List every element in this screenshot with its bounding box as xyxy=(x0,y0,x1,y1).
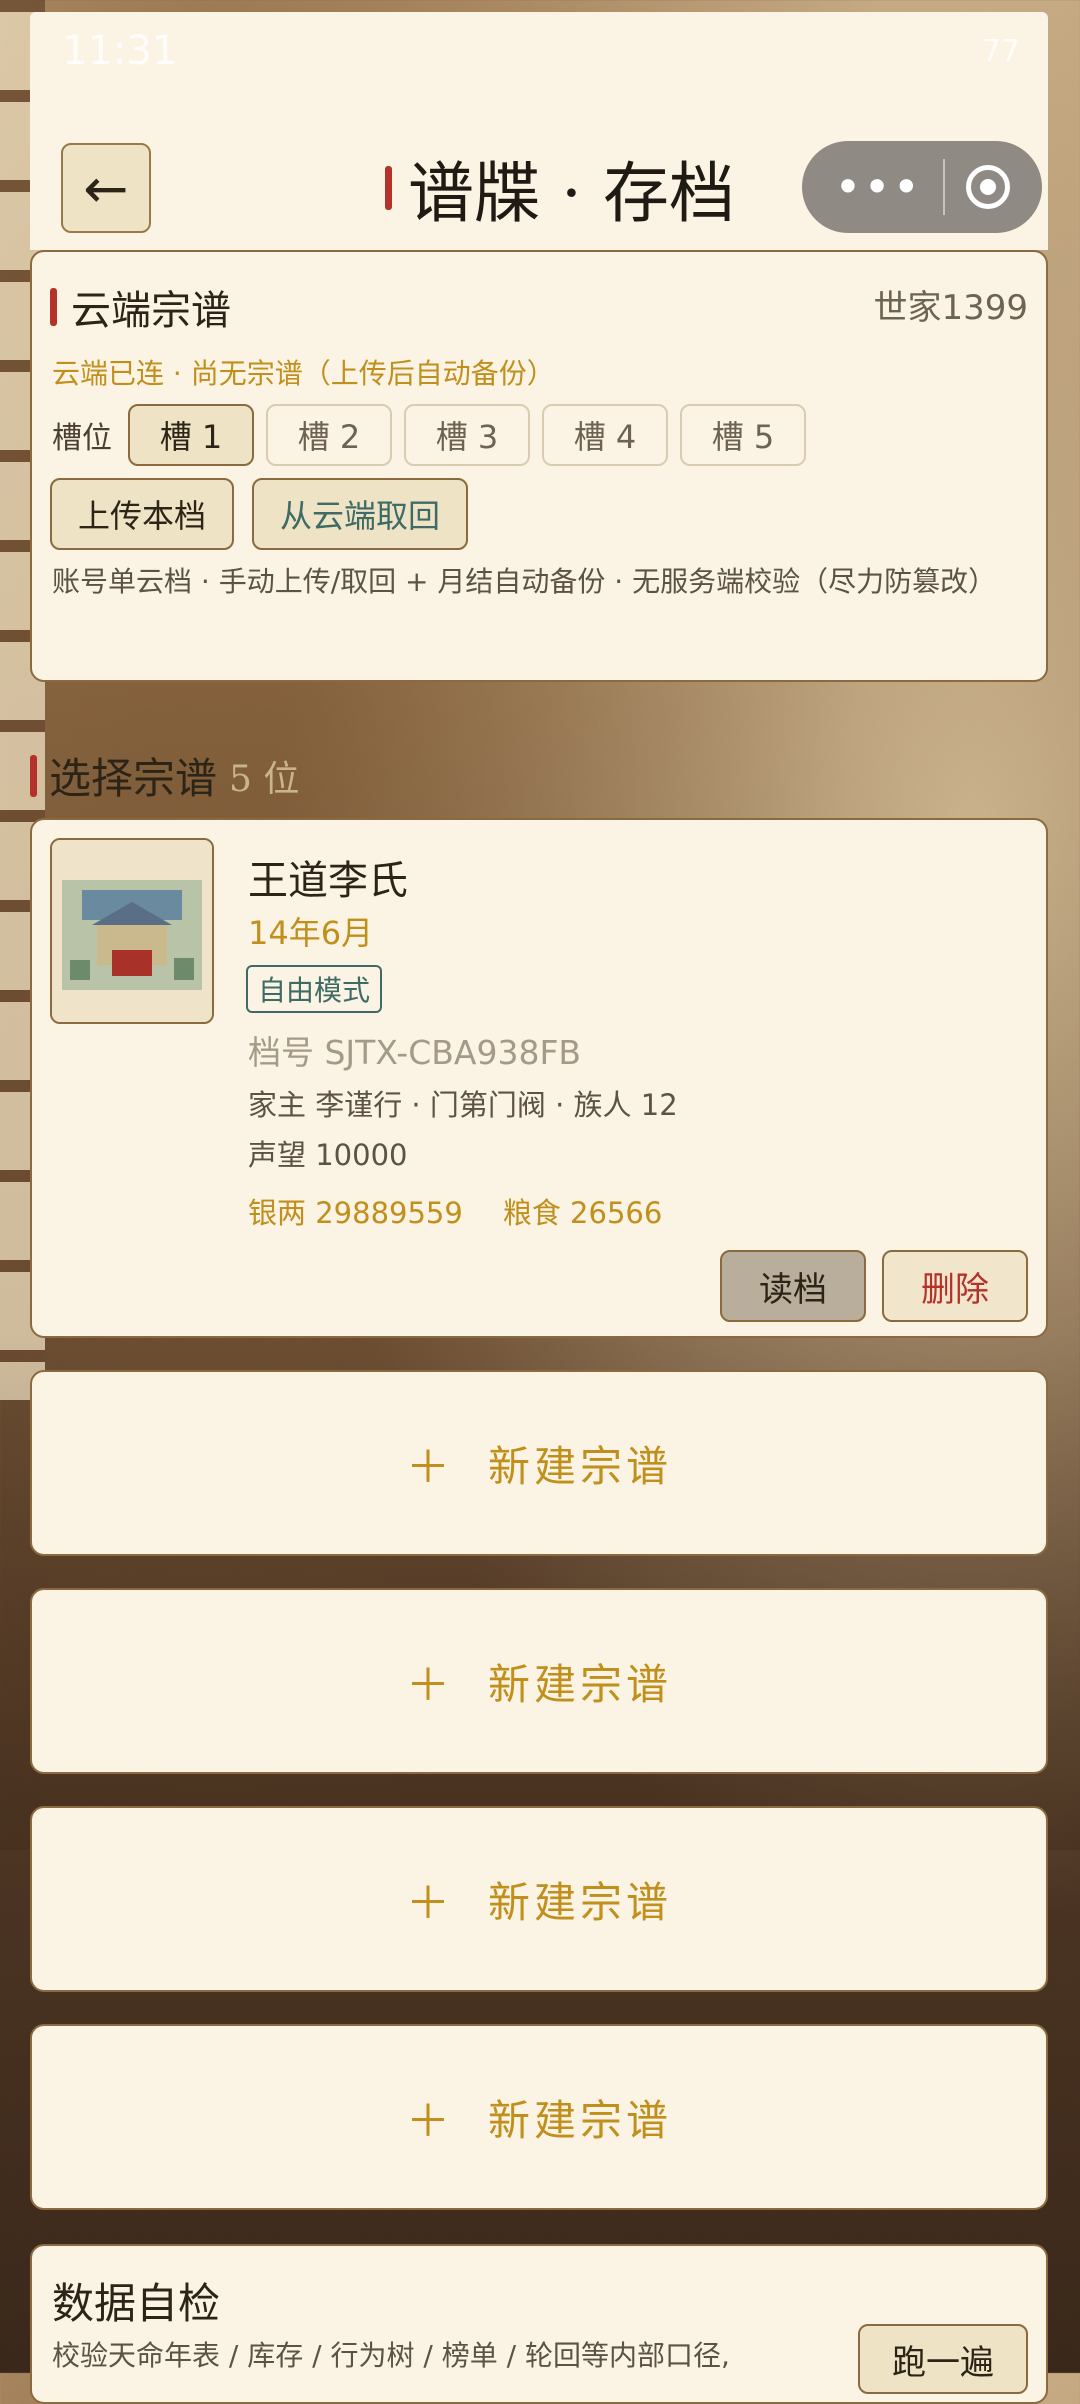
slot-label: 槽位 xyxy=(52,421,112,456)
plus-icon: ＋ xyxy=(405,1442,454,1493)
cloud-actions: 上传本档 从云端取回 xyxy=(50,478,469,550)
page-title: 谱牒 · 存档 xyxy=(385,140,735,236)
save-resources: 银两 29889559 粮食 26566 xyxy=(248,1190,662,1232)
close-miniprogram-icon[interactable] xyxy=(965,165,1010,209)
capsule-divider xyxy=(942,159,945,215)
back-button[interactable]: ← xyxy=(61,143,151,233)
new-save-label: 新建宗谱 xyxy=(487,1659,672,1709)
save-prestige: 声望 10000 xyxy=(248,1138,408,1172)
new-save-slot[interactable]: ＋ 新建宗谱 xyxy=(30,1588,1048,1774)
save-name: 王道李氏 xyxy=(248,858,408,904)
new-save-label: 新建宗谱 xyxy=(487,1877,672,1927)
page-title-text: 谱牒 · 存档 xyxy=(408,155,735,232)
section-marker xyxy=(50,288,57,326)
status-battery: 77 xyxy=(981,34,1020,69)
save-card: 王道李氏 14年6月 自由模式 档号 SJTX-CBA938FB 家主 李谨行 … xyxy=(30,818,1048,1338)
load-save-button[interactable]: 读档 xyxy=(720,1250,866,1322)
save-grain: 粮食 26566 xyxy=(502,1196,663,1230)
new-save-label: 新建宗谱 xyxy=(487,2095,672,2145)
new-save-slot[interactable]: ＋ 新建宗谱 xyxy=(30,1370,1048,1556)
cloud-note: 账号单云档 · 手动上传/取回 + 月结自动备份 · 无服务端校验（尽力防篡改） xyxy=(52,565,997,598)
self-check-title: 数据自检 xyxy=(52,2279,221,2328)
plus-icon: ＋ xyxy=(405,2096,454,2147)
slot-selector: 槽位 槽 1 槽 2 槽 3 槽 4 槽 5 xyxy=(52,404,806,466)
cloud-card: 云端宗谱 世家1399 云端已连 · 尚无宗谱（上传后自动备份） 槽位 槽 1 … xyxy=(30,250,1048,682)
slot-5-button[interactable]: 槽 5 xyxy=(680,404,806,466)
cloud-status: 云端已连 · 尚无宗谱（上传后自动备份） xyxy=(52,357,555,390)
save-family-info: 家主 李谨行 · 门第门阀 · 族人 12 xyxy=(248,1088,678,1122)
delete-save-button[interactable]: 删除 xyxy=(882,1250,1028,1322)
section-marker xyxy=(30,754,37,797)
select-title-text: 选择宗谱 xyxy=(49,754,218,803)
more-icon[interactable]: ••• xyxy=(834,160,921,214)
new-save-slot[interactable]: ＋ 新建宗谱 xyxy=(30,2024,1048,2210)
world-label: 世家1399 xyxy=(873,288,1028,328)
plus-icon: ＋ xyxy=(405,1660,454,1711)
status-time: 11:31 xyxy=(62,28,178,74)
slot-1-button[interactable]: 槽 1 xyxy=(128,404,254,466)
save-silver: 银两 29889559 xyxy=(248,1196,463,1230)
save-id: 档号 SJTX-CBA938FB xyxy=(248,1033,582,1072)
upload-button[interactable]: 上传本档 xyxy=(50,478,235,550)
cloud-title-text: 云端宗谱 xyxy=(71,288,231,334)
fetch-from-cloud-button[interactable]: 从云端取回 xyxy=(252,478,469,550)
run-check-button[interactable]: 跑一遍 xyxy=(858,2324,1028,2394)
plus-icon: ＋ xyxy=(405,1878,454,1929)
self-check-card: 数据自检 校验天命年表 / 库存 / 行为树 / 榜单 / 轮回等内部口径, 跑… xyxy=(30,2244,1048,2404)
select-count: 5 位 xyxy=(229,758,300,800)
select-section-title: 选择宗谱 5 位 xyxy=(30,745,299,806)
new-save-label: 新建宗谱 xyxy=(487,1441,672,1491)
save-thumbnail xyxy=(50,838,214,1024)
title-marker xyxy=(385,166,392,210)
self-check-desc: 校验天命年表 / 库存 / 行为树 / 榜单 / 轮回等内部口径, xyxy=(52,2339,730,2372)
slot-3-button[interactable]: 槽 3 xyxy=(404,404,530,466)
slot-2-button[interactable]: 槽 2 xyxy=(266,404,392,466)
arrow-left-icon: ← xyxy=(83,156,129,220)
mini-program-capsule: ••• xyxy=(802,141,1042,233)
save-date: 14年6月 xyxy=(248,914,374,952)
cloud-title: 云端宗谱 xyxy=(50,278,231,336)
slot-4-button[interactable]: 槽 4 xyxy=(542,404,668,466)
new-save-slot[interactable]: ＋ 新建宗谱 xyxy=(30,1806,1048,1992)
mode-badge: 自由模式 xyxy=(246,965,383,1013)
